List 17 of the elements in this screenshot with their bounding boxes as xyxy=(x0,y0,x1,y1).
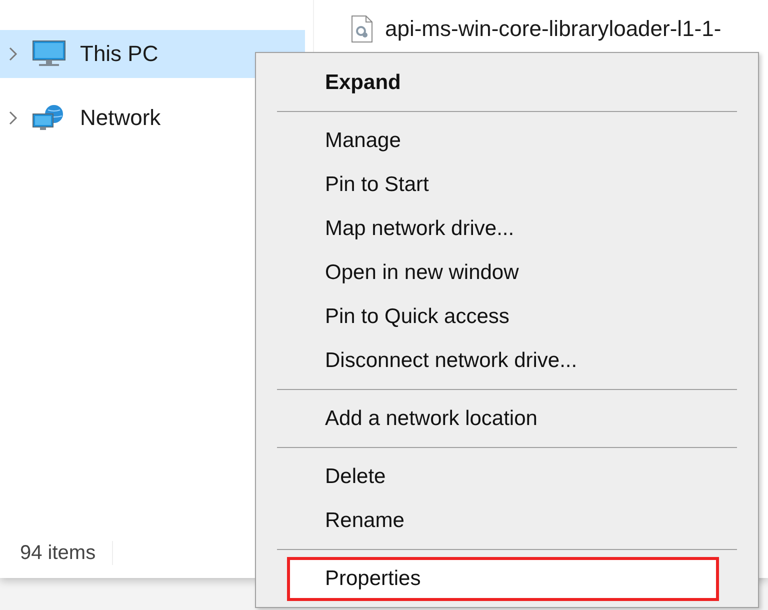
sidebar-item[interactable]: This PC xyxy=(0,30,305,78)
file-name[interactable]: api-ms-win-core-libraryloader-l1-1- xyxy=(385,16,722,42)
menu-item[interactable]: Map network drive... xyxy=(265,207,749,251)
network-icon xyxy=(32,104,66,132)
menu-item[interactable]: Properties xyxy=(287,557,719,601)
menu-item[interactable]: Rename xyxy=(265,499,749,543)
menu-item[interactable]: Disconnect network drive... xyxy=(265,339,749,383)
item-count: 94 items xyxy=(20,542,96,564)
chevron-icon[interactable] xyxy=(8,47,18,61)
menu-item[interactable]: Pin to Start xyxy=(265,163,749,207)
file-gear-icon xyxy=(351,15,373,43)
menu-item[interactable]: Pin to Quick access xyxy=(265,295,749,339)
menu-item[interactable]: Add a network location xyxy=(265,397,749,441)
chevron-icon[interactable] xyxy=(8,111,18,125)
computer-icon xyxy=(32,40,66,68)
menu-item[interactable]: Delete xyxy=(265,455,749,499)
menu-item[interactable]: Open in new window xyxy=(265,251,749,295)
